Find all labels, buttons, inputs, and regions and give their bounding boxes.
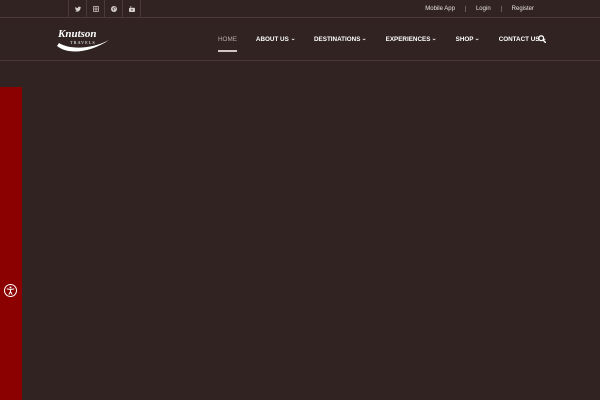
top-utility-bar: Mobile App Login Register <box>0 0 600 18</box>
chevron-down-icon: ⌄ <box>474 36 481 42</box>
nav-label: HOME <box>218 35 237 43</box>
knutson-travels-logo[interactable]: Knutson TRAVELS <box>54 24 112 52</box>
pinterest-icon <box>110 5 117 12</box>
youtube-link[interactable] <box>122 0 141 17</box>
social-links <box>68 0 141 17</box>
mobile-app-link[interactable]: Mobile App <box>415 6 465 12</box>
nav-label: ABOUT US <box>255 35 289 43</box>
nav-shop[interactable]: SHOP ⌄ <box>455 35 481 43</box>
nav-home[interactable]: HOME <box>218 35 237 52</box>
primary-menu: HOME ABOUT US ⌄ DESTINATIONS ⌄ EXPERIENC… <box>218 18 565 60</box>
nav-label: EXPERIENCES <box>385 35 431 43</box>
register-link[interactable]: Register <box>502 6 544 12</box>
instagram-link[interactable] <box>86 0 104 17</box>
logo-tagline: TRAVELS <box>70 40 96 45</box>
instagram-icon <box>92 5 99 12</box>
chevron-down-icon: ⌄ <box>361 36 368 42</box>
accessibility-button[interactable] <box>4 284 17 297</box>
nav-about-us[interactable]: ABOUT US ⌄ <box>255 35 296 43</box>
nav-experiences[interactable]: EXPERIENCES ⌄ <box>385 35 438 43</box>
side-panel-tab[interactable] <box>0 87 22 400</box>
nav-label: DESTINATIONS <box>314 35 361 43</box>
pinterest-link[interactable] <box>104 0 122 17</box>
nav-label: CONTACT US <box>498 35 540 43</box>
login-link[interactable]: Login <box>466 6 501 12</box>
main-navigation: Knutson TRAVELS HOME ABOUT US ⌄ DESTINAT… <box>0 18 600 61</box>
twitter-icon <box>74 6 81 12</box>
nav-destinations[interactable]: DESTINATIONS ⌄ <box>314 36 367 43</box>
twitter-link[interactable] <box>68 0 86 17</box>
accessibility-icon <box>5 285 16 296</box>
chevron-down-icon: ⌄ <box>431 36 438 42</box>
account-links: Mobile App Login Register <box>415 0 544 17</box>
nav-label: SHOP <box>455 35 474 43</box>
youtube-icon <box>128 5 135 12</box>
search-icon[interactable] <box>538 35 546 43</box>
logo-name: Knutson <box>57 28 97 40</box>
chevron-down-icon: ⌄ <box>290 36 296 42</box>
